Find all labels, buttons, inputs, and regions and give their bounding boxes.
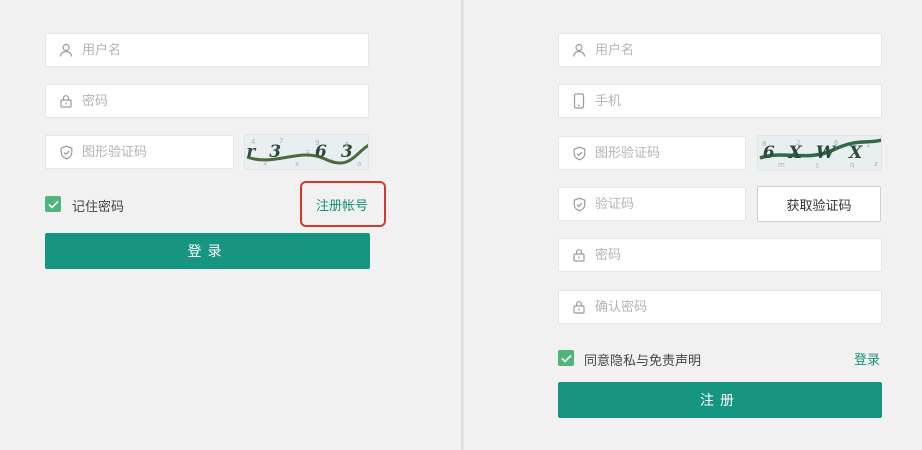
register-phone-field[interactable] <box>558 84 882 118</box>
register-phone-input[interactable] <box>595 93 881 109</box>
login-captcha-input[interactable] <box>82 144 233 160</box>
register-captcha-image[interactable]: 8m2 t6q 1z 6XWX <box>757 135 882 171</box>
register-password-input[interactable] <box>595 247 881 263</box>
check-icon <box>47 200 59 209</box>
login-link[interactable]: 登录 <box>854 349 880 368</box>
login-username-field[interactable] <box>45 33 369 67</box>
login-panel: 427 x9k 5a3 r3 63 记住密码 注册帐号 登录 <box>0 0 461 450</box>
register-code-field[interactable] <box>558 187 746 221</box>
register-panel: 8m2 t6q 1z 6XWX 获取验证码 同意隐私与免责声明 登录 注册 <box>464 0 922 450</box>
register-username-field[interactable] <box>558 33 882 67</box>
agree-label[interactable]: 同意隐私与免责声明 <box>584 350 701 369</box>
shield-icon <box>58 144 74 160</box>
register-captcha-text: 6XWX <box>762 143 877 163</box>
register-button[interactable]: 注册 <box>558 382 882 418</box>
login-button[interactable]: 登录 <box>45 233 370 269</box>
agree-checkbox[interactable] <box>558 350 574 366</box>
shield-icon <box>571 196 587 212</box>
register-link[interactable]: 注册帐号 <box>316 195 368 214</box>
register-captcha-field[interactable] <box>558 136 746 170</box>
shield-icon <box>571 145 587 161</box>
login-captcha-image[interactable]: 427 x9k 5a3 r3 63 <box>244 134 369 170</box>
register-confirm-password-input[interactable] <box>595 299 881 315</box>
remember-label: 记住密码 <box>72 200 125 215</box>
register-password-field[interactable] <box>558 238 882 272</box>
lock-icon <box>58 93 74 109</box>
user-icon <box>571 42 587 58</box>
login-username-input[interactable] <box>82 42 368 58</box>
register-captcha-input[interactable] <box>595 145 745 161</box>
lock-icon <box>571 299 587 315</box>
lock-icon <box>571 247 587 263</box>
get-code-button[interactable]: 获取验证码 <box>757 186 881 222</box>
register-username-input[interactable] <box>595 42 881 58</box>
register-code-input[interactable] <box>595 196 745 212</box>
register-confirm-password-field[interactable] <box>558 290 882 324</box>
login-password-input[interactable] <box>82 93 368 109</box>
phone-icon <box>571 93 587 109</box>
login-captcha-text: r3 63 <box>246 142 367 162</box>
login-password-field[interactable] <box>45 84 369 118</box>
remember-checkbox[interactable] <box>45 196 61 212</box>
check-icon <box>560 354 572 363</box>
login-captcha-field[interactable] <box>45 135 234 169</box>
user-icon <box>58 42 74 58</box>
